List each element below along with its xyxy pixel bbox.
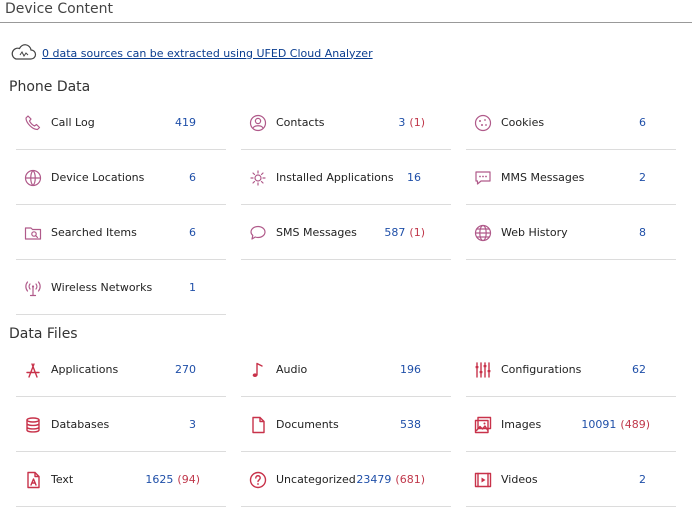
item-count: 3 (1): [398, 116, 425, 129]
item-audio[interactable]: Audio 196: [241, 343, 451, 397]
item-count: 6: [189, 226, 196, 239]
item-count: 587 (1): [384, 226, 425, 239]
item-count: 196: [400, 363, 421, 376]
item-label: Contacts: [276, 116, 325, 129]
phone-icon: [24, 114, 42, 132]
contact-icon: [249, 114, 267, 132]
item-label: Databases: [51, 418, 110, 431]
item-applications[interactable]: Applications 270: [16, 343, 226, 397]
item-count: 16: [407, 171, 421, 184]
database-icon: [24, 416, 42, 434]
item-count: 6: [639, 116, 646, 129]
item-count: 419: [175, 116, 196, 129]
item-databases[interactable]: Databases 3: [16, 398, 226, 452]
item-label: Images: [501, 418, 542, 431]
item-label: Uncategorized: [276, 473, 356, 486]
item-count: 1: [189, 281, 196, 294]
item-searched-items[interactable]: Searched Items 6: [16, 206, 226, 260]
item-count: 3: [189, 418, 196, 431]
item-count: 1625 (94): [145, 473, 200, 486]
item-label: Call Log: [51, 116, 95, 129]
item-mms-messages[interactable]: MMS Messages 2: [466, 151, 676, 205]
item-count: 270: [175, 363, 196, 376]
image-icon: [474, 416, 492, 434]
item-count: 62: [632, 363, 646, 376]
item-documents[interactable]: Documents 538: [241, 398, 451, 452]
sms-icon: [249, 224, 267, 242]
section-phone-data: Phone Data: [9, 79, 91, 95]
search-folder-icon: [24, 224, 42, 242]
item-images[interactable]: Images 10091 (489): [466, 398, 676, 452]
uncategorized-icon: [249, 471, 267, 489]
item-label: Configurations: [501, 363, 582, 376]
item-label: Documents: [276, 418, 339, 431]
section-data-files: Data Files: [9, 326, 78, 342]
item-configurations[interactable]: Configurations 62: [466, 343, 676, 397]
item-videos[interactable]: Videos 2: [466, 453, 676, 507]
cloud-analyzer-link[interactable]: 0 data sources can be extracted using UF…: [42, 47, 373, 60]
globe-icon: [474, 224, 492, 242]
wireless-icon: [24, 279, 42, 297]
item-label: Audio: [276, 363, 308, 376]
page-title: Device Content: [5, 1, 114, 17]
item-label: Searched Items: [51, 226, 137, 239]
cookie-icon: [474, 114, 492, 132]
mms-icon: [474, 169, 492, 187]
item-installed-applications[interactable]: Installed Applications 16: [241, 151, 451, 205]
title-divider: [0, 22, 692, 23]
item-count: 23479 (681): [356, 473, 425, 486]
item-label: MMS Messages: [501, 171, 585, 184]
item-count: 6: [189, 171, 196, 184]
document-icon: [249, 416, 267, 434]
installed-app-icon: [249, 169, 267, 187]
item-count: 10091 (489): [581, 418, 650, 431]
item-count: 8: [639, 226, 646, 239]
item-text[interactable]: Text 1625 (94): [16, 453, 226, 507]
audio-icon: [249, 361, 267, 379]
item-count: 2: [639, 473, 646, 486]
item-label: Wireless Networks: [51, 281, 153, 294]
item-wireless-networks[interactable]: Wireless Networks 1: [16, 261, 226, 315]
item-count: 538: [400, 418, 421, 431]
item-label: Installed Applications: [276, 171, 394, 184]
applications-icon: [24, 361, 42, 379]
video-icon: [474, 471, 492, 489]
location-icon: [24, 169, 42, 187]
item-label: Device Locations: [51, 171, 145, 184]
configurations-icon: [474, 361, 492, 379]
item-label: Videos: [501, 473, 538, 486]
text-icon: [24, 471, 42, 489]
item-device-locations[interactable]: Device Locations 6: [16, 151, 226, 205]
item-label: Cookies: [501, 116, 545, 129]
item-uncategorized[interactable]: Uncategorized 23479 (681): [241, 453, 451, 507]
item-label: Applications: [51, 363, 119, 376]
cloud-analyzer-row: 0 data sources can be extracted using UF…: [9, 42, 373, 64]
item-label: Text: [51, 473, 74, 486]
item-contacts[interactable]: Contacts 3 (1): [241, 96, 451, 150]
item-cookies[interactable]: Cookies 6: [466, 96, 676, 150]
item-sms-messages[interactable]: SMS Messages 587 (1): [241, 206, 451, 260]
cloud-icon: [9, 43, 39, 63]
item-count: 2: [639, 171, 646, 184]
item-label: SMS Messages: [276, 226, 357, 239]
item-web-history[interactable]: Web History 8: [466, 206, 676, 260]
item-label: Web History: [501, 226, 568, 239]
item-call-log[interactable]: Call Log 419: [16, 96, 226, 150]
